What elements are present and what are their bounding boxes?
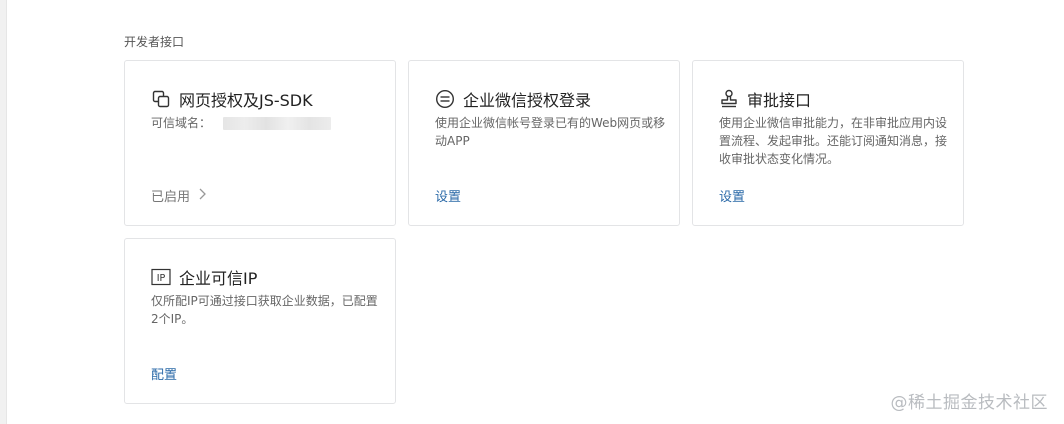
card-web-auth-jssdk: 网页授权及JS-SDK 可信域名： 已启用	[124, 60, 396, 226]
trusted-domain-value-redacted	[223, 116, 332, 130]
configure-link[interactable]: 配置	[151, 364, 177, 383]
card-title: 企业微信授权登录	[463, 91, 592, 110]
card-description: 仅所配IP可通过接口获取企业数据，已配置2个IP。	[151, 294, 378, 326]
card-title: 企业可信IP	[179, 269, 258, 288]
ip-icon: IP	[151, 267, 171, 287]
section-title: 开发者接口	[124, 35, 185, 49]
left-panel-edge	[0, 0, 7, 424]
card-description: 使用企业微信帐号登录已有的Web网页或移动APP	[435, 116, 666, 148]
svg-text:IP: IP	[157, 273, 166, 284]
settings-link[interactable]: 设置	[719, 186, 745, 205]
trusted-domain-label: 可信域名：	[151, 116, 212, 130]
chevron-right-icon	[198, 188, 206, 203]
copy-icon	[151, 89, 171, 109]
card-title: 审批接口	[747, 91, 812, 110]
trusted-domain: 可信域名：	[151, 114, 383, 132]
enabled-link[interactable]: 已启用	[151, 186, 206, 205]
card-title: 网页授权及JS-SDK	[179, 91, 313, 110]
stamp-icon	[719, 89, 739, 109]
card-approval-api: 审批接口 使用企业微信审批能力，在非审批应用内设置流程、发起审批。还能订阅通知消…	[692, 60, 964, 226]
minus-circle-icon	[435, 89, 455, 109]
card-trusted-ip: IP 企业可信IP 仅所配IP可通过接口获取企业数据，已配置2个IP。 配置	[124, 238, 396, 404]
card-description: 使用企业微信审批能力，在非审批应用内设置流程、发起审批。还能订阅通知消息，接收审…	[719, 116, 948, 166]
settings-link[interactable]: 设置	[435, 186, 461, 205]
card-wecom-login: 企业微信授权登录 使用企业微信帐号登录已有的Web网页或移动APP 设置	[408, 60, 680, 226]
enabled-label: 已启用	[151, 190, 191, 205]
watermark: @稀土掘金技术社区	[890, 393, 1048, 413]
